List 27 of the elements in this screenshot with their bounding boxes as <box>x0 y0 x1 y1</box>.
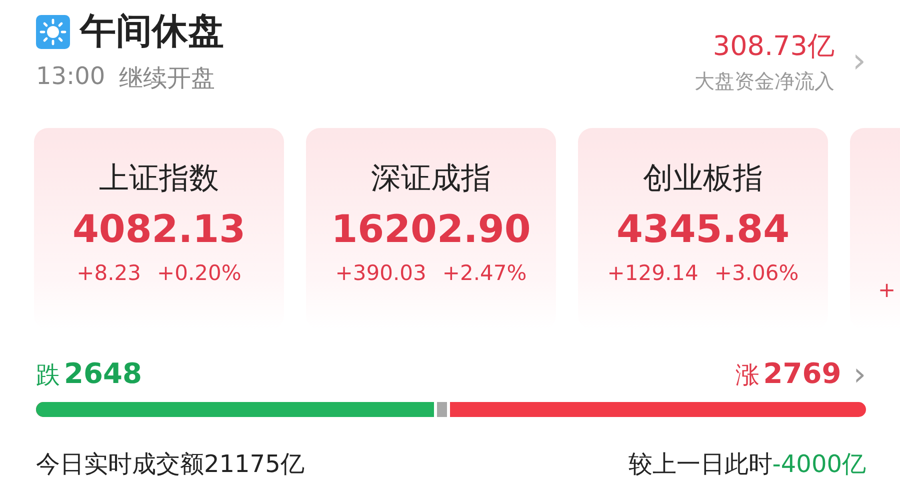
sun-icon <box>36 15 70 49</box>
index-value: 4345.84 <box>616 207 790 251</box>
status-title: 午间休盘 <box>80 10 224 54</box>
index-value: 16202.90 <box>331 207 531 251</box>
index-value: 4082.13 <box>72 207 246 251</box>
session-time: 13:00 <box>36 62 106 92</box>
index-change: +129.14 <box>607 261 698 285</box>
index-change: +8.23 <box>76 261 142 285</box>
index-percent: +0.20% <box>157 261 242 285</box>
compare-value: -4000亿 <box>772 449 866 480</box>
neutral-fill <box>434 402 450 417</box>
index-change: +390.03 <box>335 261 426 285</box>
index-name: 上证指数 <box>99 160 219 198</box>
index-name: 创业板指 <box>643 160 763 198</box>
up-label: 涨 <box>735 360 760 391</box>
down-count: 2648 <box>64 357 142 390</box>
down-label: 跌 <box>36 360 60 391</box>
compare-label: 较上一日此时 <box>628 449 772 480</box>
turnover-text: 今日实时成交额21175亿 <box>36 449 304 480</box>
session-status: 继续开盘 <box>119 63 216 94</box>
net-inflow-label: 大盘资金净流入 <box>694 68 834 94</box>
index-change: + <box>878 278 896 302</box>
index-percent: +2.47% <box>442 261 527 285</box>
net-inflow-value: 308.73亿 <box>712 30 834 64</box>
index-percent: +3.06% <box>714 261 799 285</box>
up-count: 2769 <box>763 357 842 390</box>
index-name: 深证成指 <box>371 160 491 198</box>
